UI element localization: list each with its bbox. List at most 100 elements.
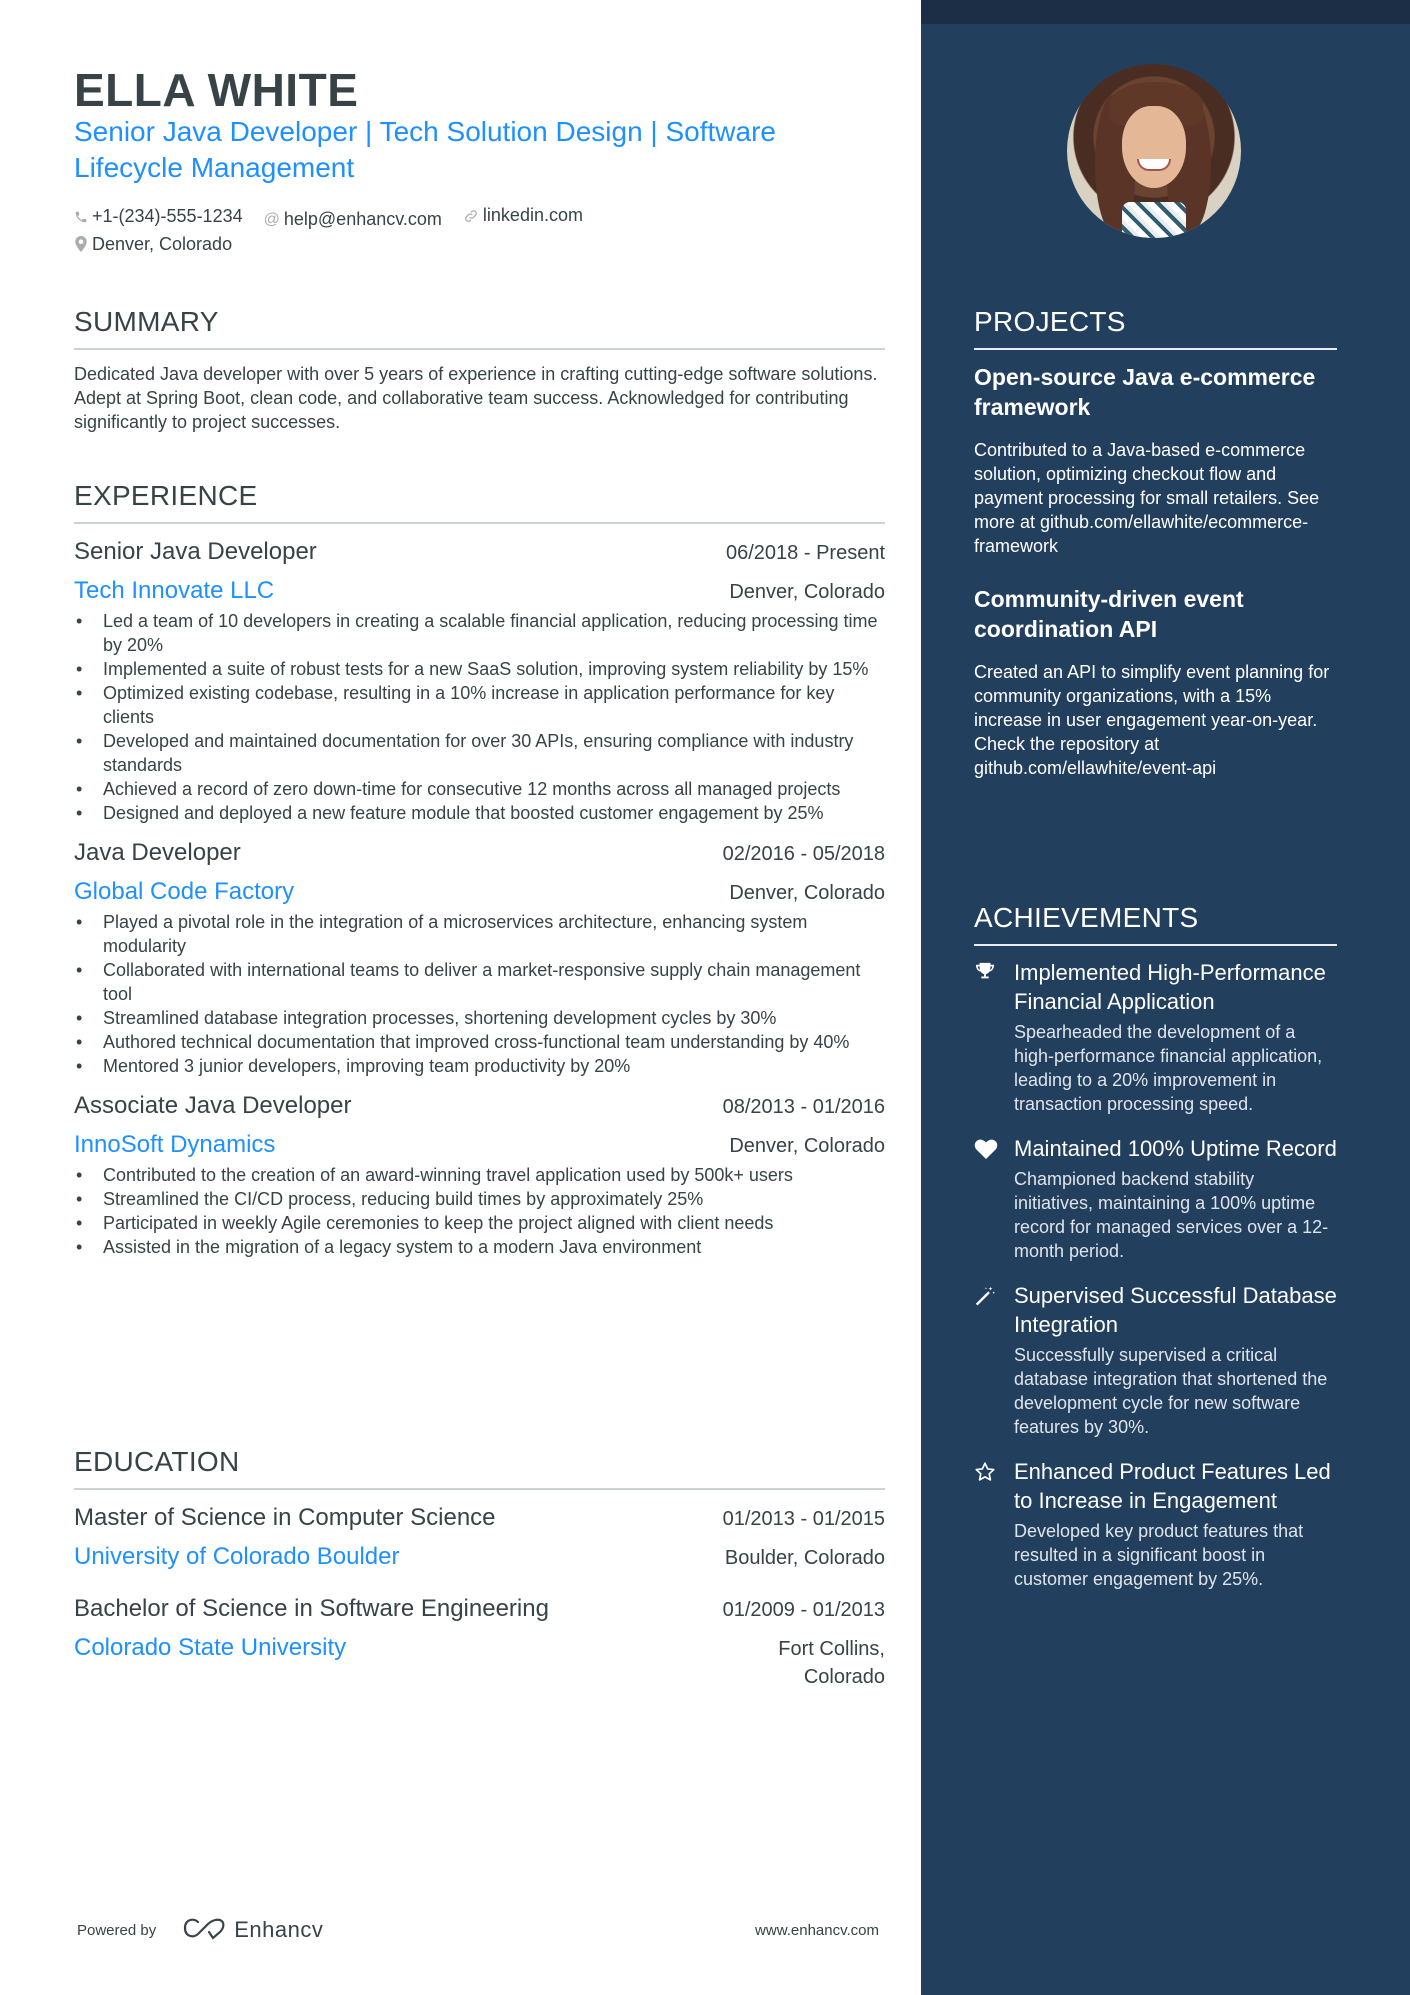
experience-section: EXPERIENCE Senior Java Developer 06/2018… (74, 478, 885, 1259)
section-divider (74, 1488, 885, 1490)
summary-title: SUMMARY (74, 306, 219, 337)
achievement-item: Implemented High-Performance Financial A… (974, 958, 1337, 1116)
contact-phone: +1-(234)-555-1234 (74, 204, 243, 229)
job-bullets: Contributed to the creation of an award-… (74, 1163, 885, 1259)
experience-title: EXPERIENCE (74, 480, 258, 511)
job-title: Senior Java Developer (74, 538, 317, 565)
company-name: Global Code Factory (74, 878, 295, 905)
degree-name: Master of Science in Computer Science (74, 1504, 496, 1531)
achievement-item: Enhanced Product Features Led to Increas… (974, 1457, 1337, 1591)
project-item: Open-source Java e-commerce framework Co… (974, 362, 1337, 558)
school-location: Fort Collins, Colorado (778, 1638, 885, 1688)
enhancv-brand: Enhancv (234, 1917, 324, 1942)
achievement-title: Supervised Successful Database Integrati… (1014, 1283, 1337, 1337)
achievement-title: Implemented High-Performance Financial A… (1014, 960, 1326, 1014)
summary-text: Dedicated Java developer with over 5 yea… (74, 364, 878, 432)
bullet-item: Authored technical documentation that im… (74, 1030, 885, 1054)
email-value[interactable]: help@enhancv.com (284, 207, 442, 232)
profile-photo (1067, 64, 1241, 238)
achievement-description: Championed backend stability initiatives… (1014, 1169, 1329, 1261)
job-dates: 08/2013 - 01/2016 (722, 1096, 885, 1118)
achievement-description: Successfully supervised a critical datab… (1014, 1345, 1328, 1437)
experience-entry: Senior Java Developer 06/2018 - Present … (74, 536, 885, 825)
job-bullets: Led a team of 10 developers in creating … (74, 609, 885, 825)
bullet-item: Played a pivotal role in the integration… (74, 910, 885, 958)
contact-link: linkedin.com (463, 203, 583, 228)
project-description: Created an API to simplify event plannin… (974, 662, 1330, 778)
bullet-item: Participated in weekly Agile ceremonies … (74, 1211, 885, 1235)
footer: Powered by Enhancv www.enhancv.com (77, 1915, 879, 1945)
bullet-item: Mentored 3 junior developers, improving … (74, 1054, 885, 1078)
enhancv-logo[interactable]: Enhancv (182, 1916, 323, 1944)
magic-wand-icon (974, 1281, 1014, 1439)
bullet-item: Led a team of 10 developers in creating … (74, 609, 885, 657)
company-name: InnoSoft Dynamics (74, 1131, 276, 1158)
job-title: Associate Java Developer (74, 1092, 352, 1119)
section-divider (74, 348, 885, 350)
section-divider (74, 522, 885, 524)
powered-by: Powered by Enhancv (77, 1916, 323, 1944)
achievement-description: Spearheaded the development of a high-pe… (1014, 1022, 1323, 1114)
school-location: Boulder, Colorado (724, 1547, 885, 1569)
job-dates: 02/2016 - 05/2018 (722, 843, 885, 865)
bullet-item: Contributed to the creation of an award-… (74, 1163, 885, 1187)
education-entry: Bachelor of Science in Software Engineer… (74, 1593, 885, 1691)
job-bullets: Played a pivotal role in the integration… (74, 910, 885, 1078)
job-dates: 06/2018 - Present (726, 542, 885, 564)
bullet-item: Optimized existing codebase, resulting i… (74, 681, 885, 729)
school-name: Colorado State University (74, 1634, 347, 1661)
job-location: Denver, Colorado (729, 581, 885, 603)
bullet-item: Collaborated with international teams to… (74, 958, 885, 1006)
bullet-item: Achieved a record of zero down-time for … (74, 777, 885, 801)
location-value: Denver, Colorado (92, 233, 233, 254)
experience-entry: Associate Java Developer 08/2013 - 01/20… (74, 1090, 885, 1259)
achievement-title: Enhanced Product Features Led to Increas… (1014, 1459, 1331, 1513)
projects-section: PROJECTS Open-source Java e-commerce fra… (974, 304, 1337, 780)
footer-url[interactable]: www.enhancv.com (755, 1922, 879, 1939)
achievement-description: Developed key product features that resu… (1014, 1521, 1304, 1589)
school-name: University of Colorado Boulder (74, 1543, 400, 1570)
star-outline-icon (974, 1457, 1014, 1591)
projects-title: PROJECTS (974, 306, 1126, 337)
achievement-item: Maintained 100% Uptime Record Championed… (974, 1134, 1337, 1263)
bullet-item: Developed and maintained documentation f… (74, 729, 885, 777)
section-divider (974, 944, 1337, 946)
project-item: Community-driven event coordination API … (974, 584, 1337, 780)
location-pin-icon (74, 236, 88, 252)
candidate-name: ELLA WHITE (74, 64, 359, 116)
achievement-title: Maintained 100% Uptime Record (1014, 1136, 1337, 1161)
bullet-item: Assisted in the migration of a legacy sy… (74, 1235, 885, 1259)
phone-icon (74, 210, 88, 224)
phone-value[interactable]: +1-(234)-555-1234 (92, 204, 243, 229)
bullet-item: Streamlined database integration process… (74, 1006, 885, 1030)
link-value[interactable]: linkedin.com (483, 203, 583, 228)
summary-section: SUMMARY Dedicated Java developer with ov… (74, 304, 885, 434)
achievement-item: Supervised Successful Database Integrati… (974, 1281, 1337, 1439)
section-divider (974, 348, 1337, 350)
project-description: Contributed to a Java-based e-commerce s… (974, 440, 1320, 556)
contact-email: @ help@enhancv.com (264, 207, 442, 232)
education-dates: 01/2013 - 01/2015 (722, 1508, 885, 1530)
project-title: Open-source Java e-commerce framework (974, 364, 1316, 420)
job-title: Java Developer (74, 839, 241, 866)
achievements-section: ACHIEVEMENTS Implemented High-Performanc… (974, 900, 1337, 1591)
bullet-item: Designed and deployed a new feature modu… (74, 801, 885, 825)
candidate-tagline: Senior Java Developer | Tech Solution De… (74, 116, 776, 183)
powered-by-label: Powered by (77, 1921, 157, 1939)
sidebar: PROJECTS Open-source Java e-commerce fra… (921, 0, 1410, 1995)
contact-info: +1-(234)-555-1234 @ help@enhancv.com lin… (74, 203, 834, 259)
link-icon (463, 208, 479, 224)
education-title: EDUCATION (74, 1446, 240, 1477)
education-dates: 01/2009 - 01/2013 (722, 1599, 885, 1621)
degree-name: Bachelor of Science in Software Engineer… (74, 1595, 549, 1622)
company-name: Tech Innovate LLC (74, 577, 275, 604)
job-location: Denver, Colorado (729, 882, 885, 904)
trophy-icon (974, 958, 1014, 1116)
at-icon: @ (263, 210, 280, 228)
project-title: Community-driven event coordination API (974, 586, 1244, 642)
job-location: Denver, Colorado (729, 1135, 885, 1157)
achievements-title: ACHIEVEMENTS (974, 902, 1199, 933)
bullet-item: Implemented a suite of robust tests for … (74, 657, 885, 681)
education-entry: Master of Science in Computer Science 01… (74, 1502, 885, 1573)
heart-icon (974, 1134, 1014, 1263)
